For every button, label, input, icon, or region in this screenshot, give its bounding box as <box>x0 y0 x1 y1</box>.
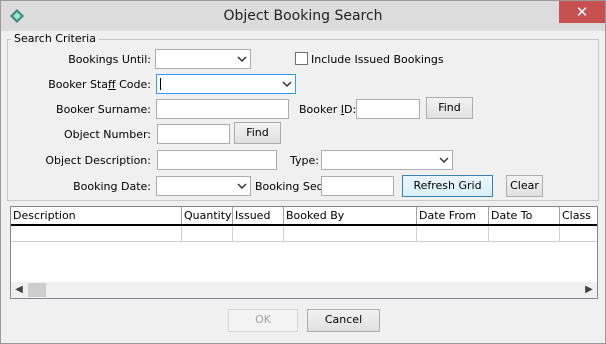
horizontal-scrollbar[interactable]: ◀ ▶ <box>11 282 597 298</box>
bookings-until-select[interactable] <box>155 49 251 69</box>
bookings-grid[interactable]: Description Quantity Issued Booked By Da… <box>10 206 598 299</box>
booking-date-label: Booking Date: <box>73 180 151 193</box>
chevron-down-icon <box>237 183 247 190</box>
column-header-date-from[interactable]: Date From <box>417 207 489 224</box>
object-number-label: Object Number: <box>63 128 151 141</box>
include-issued-label: Include Issued Bookings <box>311 53 444 66</box>
type-select[interactable] <box>321 150 453 170</box>
ok-button[interactable]: OK <box>228 309 298 332</box>
object-description-label: Object Description: <box>45 154 151 167</box>
booking-seq-input[interactable] <box>321 176 394 196</box>
grid-cell[interactable] <box>560 226 597 242</box>
grid-header: Description Quantity Issued Booked By Da… <box>11 207 597 226</box>
find-booker-button[interactable]: Find <box>426 97 473 119</box>
grid-cell[interactable] <box>233 226 284 242</box>
booker-id-label: Booker ID: <box>299 103 357 116</box>
grid-cell[interactable] <box>489 226 560 242</box>
grid-cell[interactable] <box>182 226 233 242</box>
type-label: Type: <box>290 154 319 167</box>
window-title: Object Booking Search <box>223 8 383 24</box>
booking-date-picker[interactable] <box>156 176 251 196</box>
text-cursor <box>160 78 161 90</box>
find-object-button[interactable]: Find <box>234 122 281 144</box>
booker-surname-label: Booker Surname: <box>56 103 151 116</box>
object-description-input[interactable] <box>157 150 277 170</box>
include-issued-checkbox[interactable] <box>295 52 308 65</box>
chevron-down-icon <box>282 81 292 88</box>
grid-cell[interactable] <box>417 226 489 242</box>
grid-cell[interactable] <box>11 226 182 242</box>
scroll-right-icon[interactable]: ▶ <box>581 282 597 298</box>
grid-cell[interactable] <box>284 226 417 242</box>
column-header-issued[interactable]: Issued <box>233 207 284 224</box>
chevron-down-icon <box>237 56 247 63</box>
booker-surname-input[interactable] <box>156 99 289 119</box>
scrollbar-thumb[interactable] <box>28 283 46 297</box>
refresh-grid-button[interactable]: Refresh Grid <box>402 175 493 197</box>
object-number-input[interactable] <box>157 124 230 144</box>
column-header-quantity[interactable]: Quantity <box>182 207 233 224</box>
column-header-description[interactable]: Description <box>11 207 182 224</box>
booker-id-input[interactable] <box>356 99 420 119</box>
column-header-booked-by[interactable]: Booked By <box>284 207 417 224</box>
close-button[interactable]: ✕ <box>559 1 605 23</box>
title-bar: Object Booking Search ✕ <box>1 1 605 31</box>
bookings-until-label: Bookings Until: <box>68 53 151 66</box>
clear-button[interactable]: Clear <box>506 175 543 197</box>
scroll-left-icon[interactable]: ◀ <box>11 282 27 298</box>
cancel-button[interactable]: Cancel <box>307 309 380 332</box>
object-booking-search-dialog: Object Booking Search ✕ Search Criteria … <box>0 0 606 344</box>
booker-staff-code-label: Booker Staff Code: <box>48 78 151 91</box>
search-criteria-legend: Search Criteria <box>11 32 99 45</box>
column-header-date-to[interactable]: Date To <box>489 207 560 224</box>
column-header-class[interactable]: Class <box>560 207 597 224</box>
chevron-down-icon <box>439 157 449 164</box>
booking-seq-label: Booking Seq: <box>255 180 328 193</box>
booker-staff-code-select[interactable] <box>156 74 296 94</box>
